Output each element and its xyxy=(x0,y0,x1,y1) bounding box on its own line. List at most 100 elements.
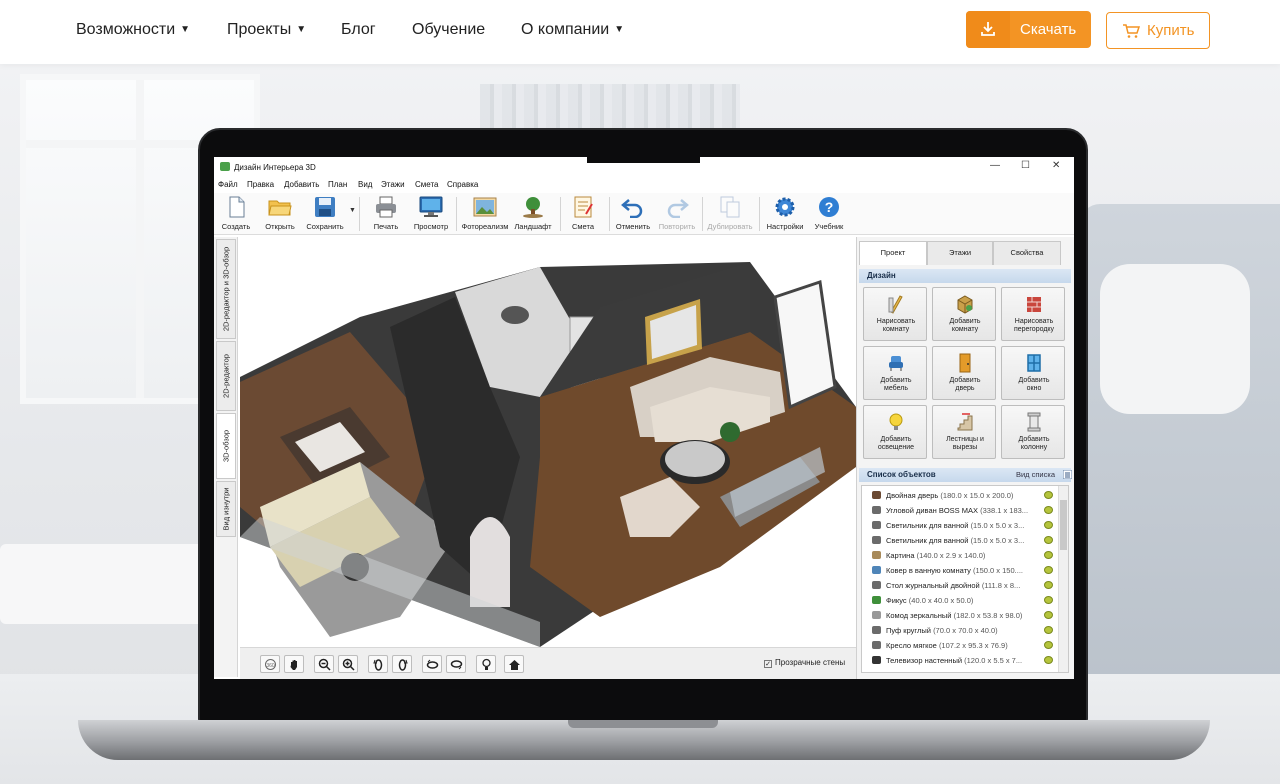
list-view-toggle[interactable]: Вид списка xyxy=(1016,468,1055,482)
zoom-in-icon[interactable] xyxy=(338,655,358,673)
home-icon[interactable] xyxy=(504,655,524,673)
add-lighting-button[interactable]: Добавить освещение xyxy=(863,405,927,459)
photorealism-button[interactable]: Фотореализм xyxy=(462,193,508,235)
list-item[interactable]: Двойная дверь (180.0 x 15.0 x 200.0) xyxy=(862,488,1058,503)
lightbulb-icon[interactable] xyxy=(476,655,496,673)
caret-down-icon: ▼ xyxy=(180,24,191,35)
list-item[interactable]: Светильник для ванной (15.0 x 5.0 x 3... xyxy=(862,533,1058,548)
object-list-scrollbar[interactable] xyxy=(1058,486,1068,672)
pan-hand-icon[interactable] xyxy=(284,655,304,673)
add-furniture-button[interactable]: Добавить мебель xyxy=(863,346,927,400)
background-bookshelf xyxy=(480,84,740,134)
list-item[interactable]: Светильник для ванной (15.0 x 5.0 x 3... xyxy=(862,518,1058,533)
tab-project[interactable]: Проект xyxy=(859,241,927,265)
nav-item-company[interactable]: О компании ▼ xyxy=(521,21,624,39)
tab-floors[interactable]: Этажи xyxy=(927,241,993,265)
list-item[interactable]: Угловой диван BOSS MAX (338.1 x 183... xyxy=(862,503,1058,518)
download-button[interactable]: Скачать xyxy=(966,11,1091,48)
app-window: Дизайн Интерьера 3D — ☐ ✕ Файл Правка До… xyxy=(214,157,1074,679)
menu-edit[interactable]: Правка xyxy=(247,180,274,189)
visibility-eye-icon[interactable] xyxy=(1044,491,1053,499)
rotate-360-icon[interactable]: 360 xyxy=(260,655,280,673)
list-item[interactable]: Стол журнальный двойной (111.8 x 8... xyxy=(862,578,1058,593)
printer-icon xyxy=(376,196,396,218)
nav-item-blog[interactable]: Блог xyxy=(341,21,376,39)
tab-properties[interactable]: Свойства xyxy=(993,241,1061,265)
draw-room-button[interactable]: Нарисовать комнату xyxy=(863,287,927,341)
redo-button[interactable]: Повторить xyxy=(655,193,699,235)
maximize-icon[interactable]: ☐ xyxy=(1021,160,1030,171)
tilt-up-icon[interactable] xyxy=(422,655,442,673)
buy-button[interactable]: Купить xyxy=(1106,12,1210,49)
visibility-eye-icon[interactable] xyxy=(1044,506,1053,514)
visibility-eye-icon[interactable] xyxy=(1044,536,1053,544)
landscape-button[interactable]: Ландшафт xyxy=(511,193,555,235)
menu-plan[interactable]: План xyxy=(328,180,347,189)
background-sofa xyxy=(1080,204,1280,724)
visibility-eye-icon[interactable] xyxy=(1044,521,1053,529)
minimize-icon[interactable]: — xyxy=(990,160,1000,171)
lamp-icon xyxy=(872,536,881,544)
caret-down-icon: ▼ xyxy=(296,24,307,35)
object-list: Двойная дверь (180.0 x 15.0 x 200.0) Угл… xyxy=(861,485,1069,673)
pouf-icon xyxy=(872,626,881,634)
3d-viewport[interactable] xyxy=(240,237,856,647)
menu-floors[interactable]: Этажи xyxy=(381,180,405,189)
list-item[interactable]: Ковер в ванную комнату (150.0 x 150.... xyxy=(862,563,1058,578)
tab-inside-view[interactable]: Вид изнутри xyxy=(216,481,236,537)
menu-add[interactable]: Добавить xyxy=(284,180,319,189)
nav-item-features[interactable]: Возможности ▼ xyxy=(76,21,190,39)
save-dropdown-arrow-icon[interactable]: ▼ xyxy=(349,207,356,214)
nav-item-projects[interactable]: Проекты ▼ xyxy=(227,21,306,39)
help-icon: ? xyxy=(819,197,839,217)
visibility-eye-icon[interactable] xyxy=(1044,551,1053,559)
close-icon[interactable]: ✕ xyxy=(1052,160,1060,171)
rotate-right-icon[interactable] xyxy=(392,655,412,673)
print-button[interactable]: Печать xyxy=(364,193,408,235)
open-button[interactable]: Открыть xyxy=(258,193,302,235)
list-item[interactable]: Телевизор настенный (120.0 x 5.5 x 7... xyxy=(862,653,1058,668)
preview-button[interactable]: Просмотр xyxy=(409,193,453,235)
visibility-eye-icon[interactable] xyxy=(1044,566,1053,574)
visibility-eye-icon[interactable] xyxy=(1044,641,1053,649)
add-window-button[interactable]: Добавить окно xyxy=(1001,346,1065,400)
menu-help[interactable]: Справка xyxy=(447,180,478,189)
dresser-icon xyxy=(872,611,881,619)
list-item[interactable]: Картина (140.0 x 2.9 x 140.0) xyxy=(862,548,1058,563)
draw-partition-button[interactable]: Нарисовать перегородку xyxy=(1001,287,1065,341)
add-room-button[interactable]: Добавить комнату xyxy=(932,287,996,341)
zoom-out-icon[interactable] xyxy=(314,655,334,673)
stairs-cutouts-button[interactable]: Лестницы и вырезы xyxy=(932,405,996,459)
add-door-button[interactable]: Добавить дверь xyxy=(932,346,996,400)
tutorial-button[interactable]: ? Учебник xyxy=(807,193,851,235)
estimate-button[interactable]: Смета xyxy=(561,193,605,235)
list-item[interactable]: Фикус (40.0 x 40.0 x 50.0) xyxy=(862,593,1058,608)
visibility-eye-icon[interactable] xyxy=(1044,656,1053,664)
tilt-down-icon[interactable] xyxy=(446,655,466,673)
lightbulb-icon xyxy=(889,413,903,430)
list-item[interactable]: Комод зеркальный (182.0 x 53.8 x 98.0) xyxy=(862,608,1058,623)
list-item[interactable]: Кресло мягкое (107.2 x 95.3 x 76.9) xyxy=(862,638,1058,653)
add-column-button[interactable]: Добавить колонну xyxy=(1001,405,1065,459)
nav-item-learning[interactable]: Обучение xyxy=(412,21,485,39)
duplicate-button[interactable]: Дублировать xyxy=(707,193,753,235)
visibility-eye-icon[interactable] xyxy=(1044,581,1053,589)
menu-view[interactable]: Вид xyxy=(358,180,372,189)
list-item[interactable]: Пуф круглый (70.0 x 70.0 x 40.0) xyxy=(862,623,1058,638)
cart-icon xyxy=(1123,24,1140,38)
save-button[interactable]: Сохранить xyxy=(303,193,347,235)
visibility-eye-icon[interactable] xyxy=(1044,611,1053,619)
tab-2d-editor[interactable]: 2D-редактор xyxy=(216,341,236,411)
rotate-left-icon[interactable] xyxy=(368,655,388,673)
tab-3d-view[interactable]: 3D-обзор xyxy=(216,413,236,479)
tab-2d-and-3d[interactable]: 2D-редактор и 3D-обзор xyxy=(216,239,236,339)
visibility-eye-icon[interactable] xyxy=(1044,596,1053,604)
visibility-eye-icon[interactable] xyxy=(1044,626,1053,634)
list-view-icon[interactable] xyxy=(1063,470,1072,479)
site-header: Возможности ▼ Проекты ▼ Блог Обучение О ко… xyxy=(0,0,1280,64)
menu-estimate[interactable]: Смета xyxy=(415,180,438,189)
tv-icon xyxy=(872,656,881,664)
menu-file[interactable]: Файл xyxy=(218,180,238,189)
picture-icon xyxy=(872,551,881,559)
transparent-walls-checkbox[interactable]: ✓ Прозрачные стены xyxy=(764,658,845,668)
